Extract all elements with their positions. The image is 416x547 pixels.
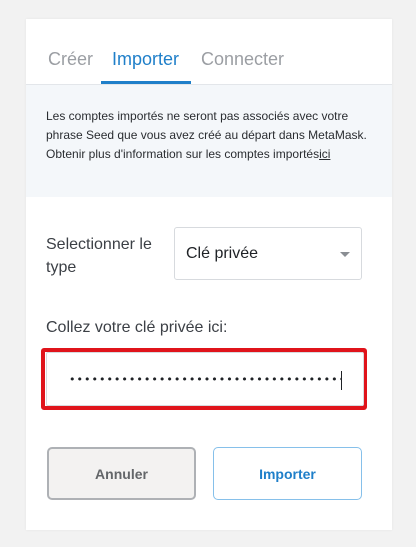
tab-bar: Créer Importer Connecter — [26, 19, 392, 85]
text-cursor — [341, 371, 342, 390]
import-notice: Les comptes importés ne seront pas assoc… — [26, 85, 392, 197]
import-button[interactable]: Importer — [213, 447, 362, 500]
notice-link[interactable]: ici — [319, 147, 330, 161]
private-key-label: Collez votre clé privée ici: — [46, 319, 228, 336]
private-key-input[interactable] — [46, 352, 364, 406]
tab-import[interactable]: Importer — [112, 49, 179, 70]
tab-connect[interactable]: Connecter — [201, 49, 284, 70]
cancel-button[interactable]: Annuler — [47, 447, 196, 500]
type-label: Selectionner le type — [46, 236, 152, 276]
chevron-down-icon — [340, 252, 350, 257]
type-select[interactable]: Clé privée — [174, 227, 362, 280]
type-select-value: Clé privée — [186, 245, 259, 262]
tab-create[interactable]: Créer — [48, 49, 93, 70]
import-account-card: Créer Importer Connecter Les comptes imp… — [26, 19, 392, 530]
active-tab-indicator — [101, 81, 191, 84]
